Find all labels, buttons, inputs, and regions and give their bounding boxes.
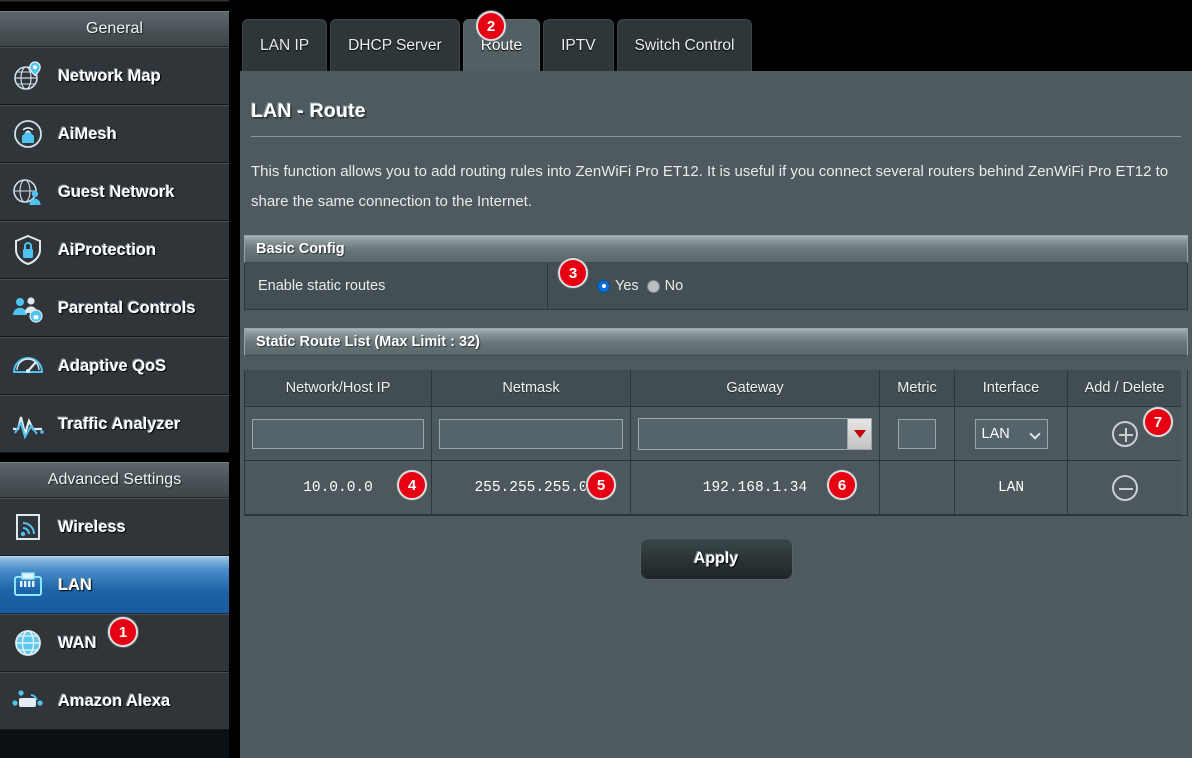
cell-interface: LAN: [955, 461, 1068, 515]
sidebar-item-parental-controls[interactable]: Parental Controls: [0, 279, 229, 337]
chevron-down-icon[interactable]: [847, 419, 871, 449]
sidebar-item-wireless[interactable]: Wireless: [0, 498, 229, 556]
enable-static-routes-row: Enable static routes Yes No: [244, 263, 1188, 310]
tab-dhcp-server[interactable]: DHCP Server: [330, 19, 460, 72]
interface-select[interactable]: LAN: [975, 419, 1048, 449]
minus-circle-icon[interactable]: [1112, 475, 1138, 501]
sidebar-item-label: Guest Network: [58, 183, 174, 202]
sidebar-item-label: WAN: [58, 634, 97, 653]
radio-no[interactable]: No: [647, 278, 684, 294]
apply-button[interactable]: Apply: [640, 538, 793, 580]
sidebar-section-advanced-settings: Advanced Settings: [0, 462, 229, 498]
lan-port-icon: [8, 565, 48, 605]
sidebar-item-label: Adaptive QoS: [58, 357, 166, 376]
router-admin-screen: Setup General Network Map: [0, 0, 1192, 758]
column-header-gateway: Gateway: [631, 370, 880, 407]
main-panel: LAN - Route This function allows you to …: [240, 71, 1192, 758]
netmask-input[interactable]: [439, 419, 623, 449]
sidebar-item-label: Parental Controls: [58, 299, 196, 318]
content-area: LAN IP DHCP Server Route IPTV Switch Con…: [229, 0, 1192, 758]
sidebar-item-adaptive-qos[interactable]: Adaptive QoS: [0, 337, 229, 395]
interface-select-wrapper[interactable]: LAN: [975, 419, 1048, 449]
plus-circle-icon[interactable]: [1112, 421, 1138, 447]
tab-lan-ip[interactable]: LAN IP: [242, 19, 327, 72]
table-row: 10.0.0.0 255.255.255.0 192.168.1.34 LAN: [245, 461, 1187, 515]
page-description: This function allows you to add routing …: [251, 157, 1171, 217]
sidebar-item-label: Traffic Analyzer: [58, 415, 180, 434]
step-badge-7: 7: [1143, 407, 1173, 437]
cell-delete-button: [1068, 461, 1181, 515]
title-divider: [251, 136, 1181, 137]
step-badge-2: 2: [476, 11, 506, 41]
radio-no-dot[interactable]: [647, 280, 660, 293]
step-badge-1: 1: [108, 617, 138, 647]
column-header-network-host-ip: Network/Host IP: [245, 370, 432, 407]
wand-icon: [8, 0, 48, 7]
sidebar-item-traffic-analyzer[interactable]: Traffic Analyzer: [0, 395, 229, 453]
radio-yes[interactable]: Yes: [597, 278, 639, 294]
cell-gateway-input: [631, 407, 880, 461]
radio-yes-dot[interactable]: [597, 280, 610, 293]
enable-static-routes-label: Enable static routes: [245, 278, 547, 294]
sidebar-item-label: Wireless: [58, 518, 126, 537]
sidebar-item-aiprotection[interactable]: AiProtection: [0, 221, 229, 279]
traffic-analyzer-icon: [8, 404, 48, 444]
tab-iptv[interactable]: IPTV: [543, 19, 613, 72]
sidebar-item-amazon-alexa[interactable]: Amazon Alexa: [0, 672, 229, 730]
step-badge-3: 3: [558, 258, 588, 288]
table-input-row: LAN: [245, 407, 1187, 461]
metric-input[interactable]: [898, 419, 936, 449]
aiprotection-shield-icon: [8, 230, 48, 270]
basic-config-header: Basic Config: [244, 235, 1188, 263]
wireless-signal-icon: [8, 507, 48, 547]
column-header-metric: Metric: [880, 370, 955, 407]
network-host-ip-input[interactable]: [252, 419, 424, 449]
wan-globe-icon: [8, 623, 48, 663]
sidebar-item-network-map[interactable]: Network Map: [0, 47, 229, 105]
network-map-icon: [8, 56, 48, 96]
sidebar-section-general: General: [0, 11, 229, 47]
tab-switch-control[interactable]: Switch Control: [617, 19, 753, 72]
table-header-row: Network/Host IP Netmask Gateway Metric I…: [245, 370, 1187, 407]
cell-metric-input: [880, 407, 955, 461]
gateway-combobox[interactable]: [638, 418, 872, 450]
radio-yes-label: Yes: [615, 278, 639, 294]
guest-network-icon: [8, 172, 48, 212]
static-route-list-header: Static Route List (Max Limit : 32): [244, 328, 1188, 356]
cell-netmask-input: [432, 407, 631, 461]
step-badge-6: 6: [827, 470, 857, 500]
amazon-alexa-icon: [8, 681, 48, 721]
page-title: LAN - Route: [251, 100, 1192, 123]
cell-metric: [880, 461, 955, 515]
cell-network-host-ip-input: [245, 407, 432, 461]
parental-controls-icon: [8, 288, 48, 328]
apply-button-container: Apply: [240, 538, 1192, 580]
sidebar-divider-2: [0, 453, 229, 462]
step-badge-5: 5: [586, 470, 616, 500]
sidebar-item-lan[interactable]: LAN: [0, 556, 229, 614]
column-header-netmask: Netmask: [432, 370, 631, 407]
column-header-interface: Interface: [955, 370, 1068, 407]
cell-interface-select: LAN: [955, 407, 1068, 461]
aimesh-icon: [8, 114, 48, 154]
sidebar-item-guest-network[interactable]: Guest Network: [0, 163, 229, 221]
radio-no-label: No: [665, 278, 684, 294]
sidebar-item-label: Network Map: [58, 67, 161, 86]
static-route-table: Network/Host IP Netmask Gateway Metric I…: [244, 370, 1188, 516]
sidebar-item-label: LAN: [58, 576, 92, 595]
column-header-add-delete: Add / Delete: [1068, 370, 1181, 407]
sidebar-item-label: Amazon Alexa: [58, 692, 170, 711]
sidebar-item-label: AiProtection: [58, 241, 156, 260]
sidebar-item-setup[interactable]: Setup: [0, 0, 229, 2]
sidebar-item-label: AiMesh: [58, 125, 117, 144]
adaptive-qos-gauge-icon: [8, 346, 48, 386]
sidebar-item-aimesh[interactable]: AiMesh: [0, 105, 229, 163]
step-badge-4: 4: [397, 470, 427, 500]
